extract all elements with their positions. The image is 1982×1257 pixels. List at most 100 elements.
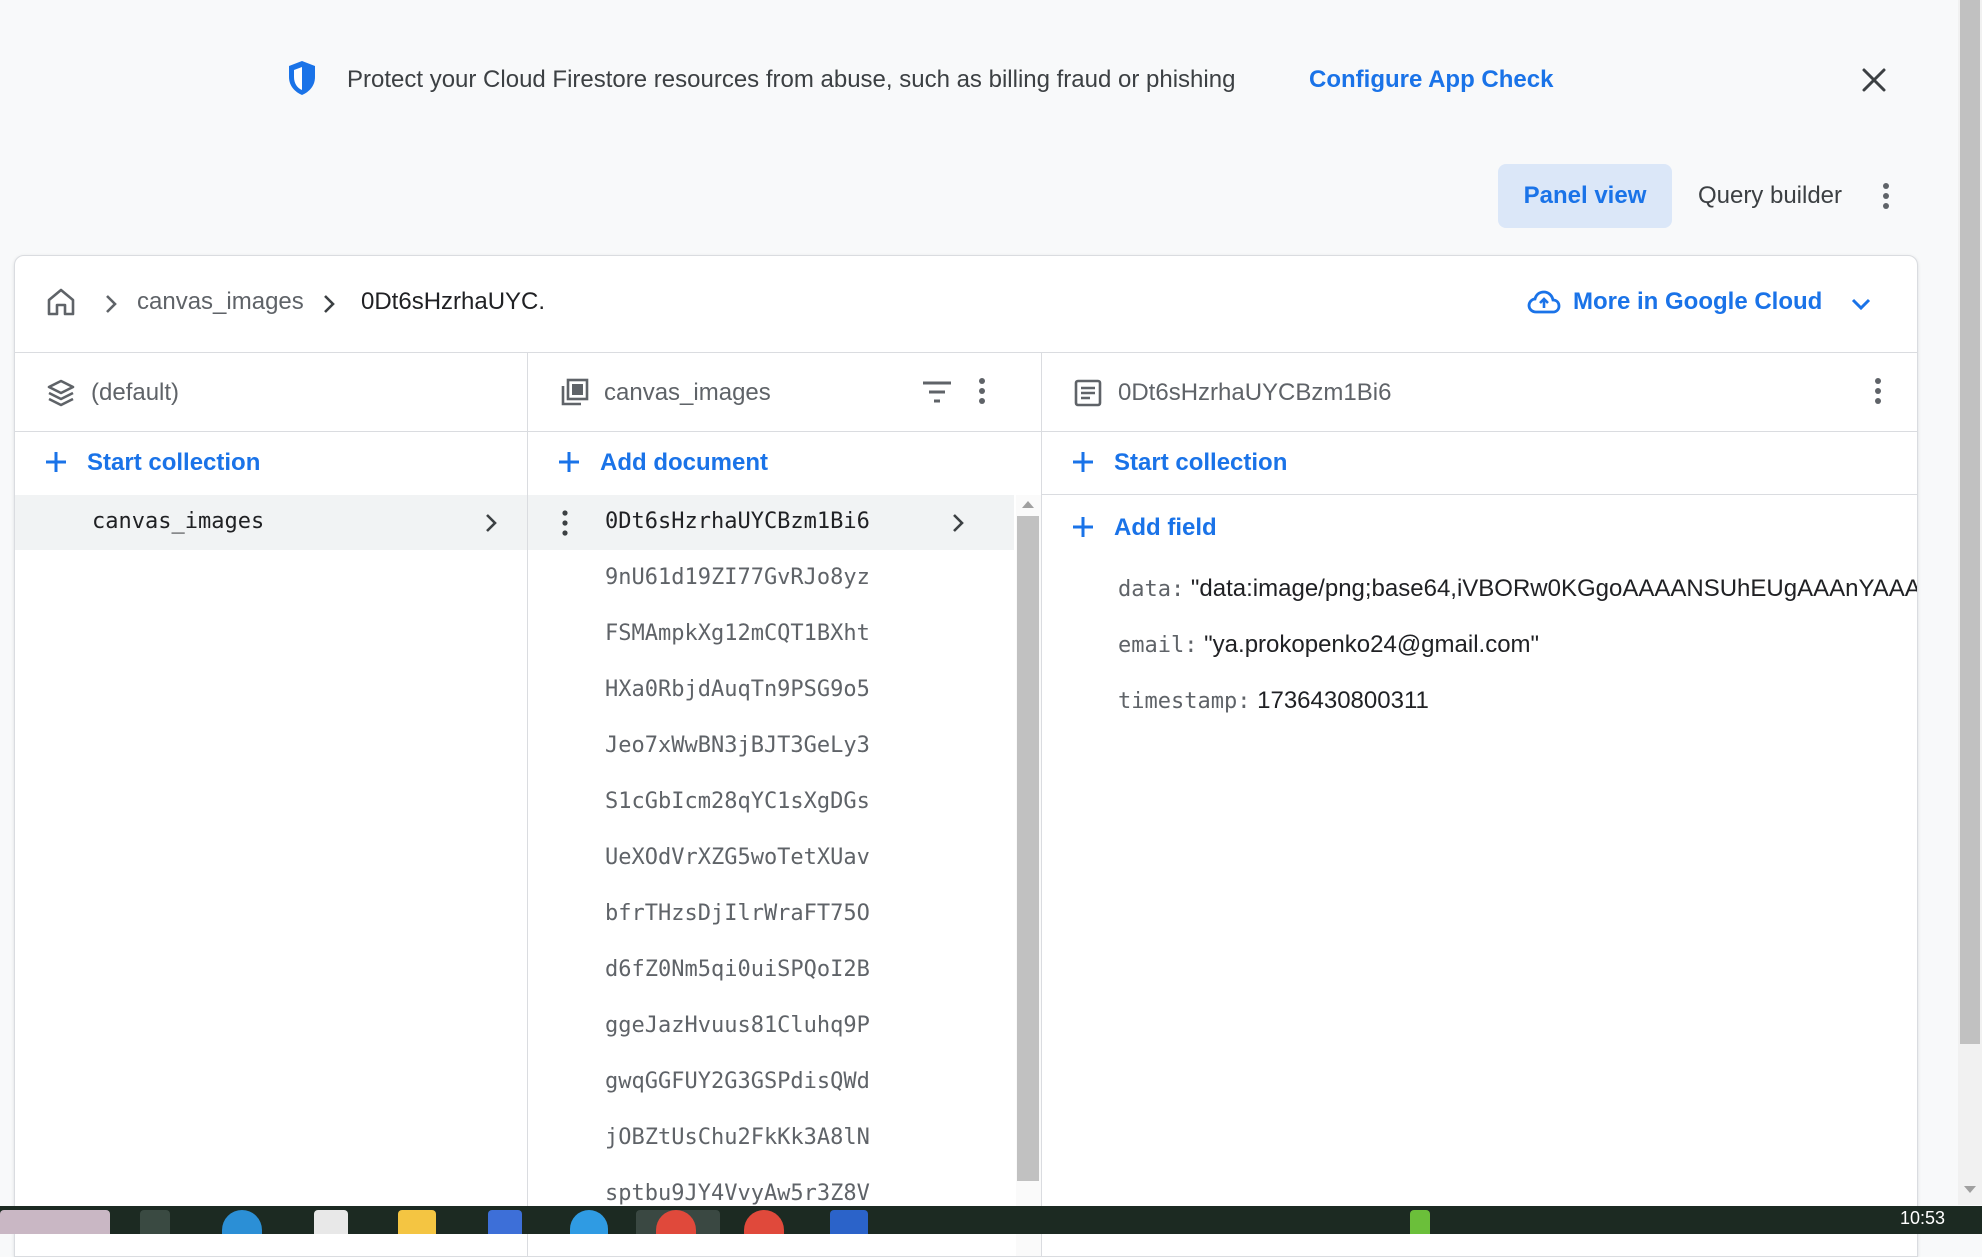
task-view-icon[interactable] [140, 1210, 170, 1234]
field-row-email[interactable]: email: "ya.prokopenko24@gmail.com" [1118, 631, 1539, 667]
shield-icon [287, 60, 317, 96]
chrome-profile-icon[interactable] [744, 1210, 784, 1234]
plus-icon [556, 449, 582, 475]
document-id: 9nU61d19ZI77GvRJo8yz [605, 565, 870, 590]
document-id: UeXOdVrXZG5woTetXUav [605, 845, 870, 870]
database-title: (default) [91, 379, 180, 406]
file-explorer-icon[interactable] [398, 1210, 436, 1234]
field-value: "ya.prokopenko24@gmail.com" [1204, 631, 1540, 658]
scroll-up-arrow-icon[interactable] [1022, 501, 1034, 508]
list-item[interactable]: FSMAmpkXg12mCQT1BXht [528, 607, 1014, 662]
field-key: data: [1118, 577, 1185, 602]
list-item[interactable]: Jeo7xWwBN3jBJT3GeLy3 [528, 719, 1014, 774]
field-key: timestamp: [1118, 689, 1251, 714]
list-item[interactable]: UeXOdVrXZG5woTetXUav [528, 831, 1014, 886]
scroll-down-arrow-icon[interactable] [1964, 1186, 1976, 1193]
add-document-button[interactable]: Add document [528, 432, 1041, 495]
plus-icon [1070, 514, 1096, 540]
chevron-right-icon [948, 511, 968, 535]
more-vert-icon[interactable] [966, 375, 998, 407]
weather-widget-icon[interactable] [0, 1210, 110, 1234]
chevron-right-icon [101, 292, 121, 316]
home-icon[interactable] [45, 286, 77, 318]
document-id: jOBZtUsChu2FkKk3A8lN [605, 1125, 870, 1150]
list-item[interactable]: jOBZtUsChu2FkKk3A8lN [528, 1111, 1014, 1166]
edge-browser-icon[interactable] [222, 1210, 262, 1234]
document-id: S1cGbIcm28qYC1sXgDGs [605, 789, 870, 814]
add-field-button[interactable]: Add field [1042, 496, 1917, 558]
divider [1042, 494, 1917, 495]
plus-icon [1070, 449, 1096, 475]
breadcrumb-item-document[interactable]: 0Dt6sHzrhaUYC. [361, 288, 545, 316]
document-id: bfrTHzsDjIlrWraFT75O [605, 901, 870, 926]
document-id: sptbu9JY4VvyAw5r3Z8V [605, 1181, 870, 1206]
panel-view-button[interactable]: Panel view [1498, 164, 1672, 228]
chevron-right-icon [481, 511, 501, 535]
collection-name: canvas_images [92, 509, 265, 534]
more-vert-icon[interactable] [560, 509, 570, 537]
document-id: 0Dt6sHzrhaUYCBzm1Bi6 [605, 509, 870, 534]
field-key: email: [1118, 633, 1198, 658]
field-row-data[interactable]: data: "data:image/png;base64,iVBORw0KGgo… [1118, 575, 1918, 611]
scrollbar-thumb[interactable] [1017, 516, 1039, 1181]
list-item[interactable]: HXa0RbjdAuqTn9PSG9o5 [528, 663, 1014, 718]
document-list: 0Dt6sHzrhaUYCBzm1Bi6 9nU61d19ZI77GvRJo8y… [528, 495, 1014, 1256]
document-id: HXa0RbjdAuqTn9PSG9o5 [605, 677, 870, 702]
field-row-timestamp[interactable]: timestamp: 1736430800311 [1118, 687, 1429, 723]
document-id: gwqGGFUY2G3GSPdisQWd [605, 1069, 870, 1094]
query-builder-button[interactable]: Query builder [1672, 164, 1868, 228]
os-taskbar: 10:53 [0, 1206, 1982, 1234]
add-document-label: Add document [600, 449, 768, 476]
chevron-right-icon [319, 292, 339, 316]
document-id: d6fZ0Nm5qi0uiSPQoI2B [605, 957, 870, 982]
field-value: "data:image/png;base64,iVBORw0KGgoAAAANS… [1190, 575, 1918, 602]
banner-message: Protect your Cloud Firestore resources f… [347, 66, 1236, 93]
list-item[interactable]: bfrTHzsDjIlrWraFT75O [528, 887, 1014, 942]
add-field-label: Add field [1114, 514, 1217, 541]
database-header: (default) [15, 353, 527, 432]
configure-app-check-link[interactable]: Configure App Check [1309, 66, 1553, 94]
document-column: 0Dt6sHzrhaUYCBzm1Bi6 Start collection Ad… [1042, 353, 1917, 1256]
clock: 10:53 [1900, 1208, 1946, 1228]
database-column: (default) Start collection canvas_images [15, 353, 528, 1256]
page-scrollbar[interactable] [1958, 0, 1982, 1205]
document-id: Jeo7xWwBN3jBJT3GeLy3 [605, 733, 870, 758]
start-subcollection-button[interactable]: Start collection [1042, 432, 1917, 495]
notepad-icon[interactable] [314, 1210, 348, 1234]
document-icon [1072, 377, 1104, 409]
page-scrollbar-thumb[interactable] [1960, 0, 1980, 1044]
more-in-google-cloud-label: More in Google Cloud [1573, 288, 1823, 315]
document-header: 0Dt6sHzrhaUYCBzm1Bi6 [1042, 353, 1917, 432]
start-collection-label: Start collection [87, 449, 261, 476]
filter-icon[interactable] [921, 380, 953, 404]
ide-icon[interactable] [830, 1210, 868, 1234]
document-id: FSMAmpkXg12mCQT1BXht [605, 621, 870, 646]
more-vert-icon[interactable] [1862, 375, 1894, 407]
list-item-collection[interactable]: canvas_images [15, 495, 527, 550]
document-list-scrollbar[interactable] [1016, 495, 1041, 1256]
collection-title: canvas_images [604, 379, 771, 406]
document-id: ggeJazHvuus81Cluhq9P [605, 1013, 870, 1038]
collection-column: canvas_images Add document 0Dt6sHzrhaUYC… [528, 353, 1042, 1256]
list-item[interactable]: d6fZ0Nm5qi0uiSPQoI2B [528, 943, 1014, 998]
more-vert-icon[interactable] [1870, 180, 1902, 212]
collection-header: canvas_images [528, 353, 1041, 432]
start-collection-button[interactable]: Start collection [15, 432, 527, 495]
cloud-icon [1527, 288, 1561, 316]
app-icon[interactable] [570, 1210, 608, 1234]
breadcrumb-item-collection[interactable]: canvas_images [137, 288, 304, 316]
list-item[interactable]: S1cGbIcm28qYC1sXgDGs [528, 775, 1014, 830]
list-item[interactable]: ggeJazHvuus81Cluhq9P [528, 999, 1014, 1054]
tray-icon[interactable] [1410, 1210, 1430, 1234]
list-item[interactable]: 0Dt6sHzrhaUYCBzm1Bi6 [528, 495, 1014, 550]
close-icon[interactable] [1858, 64, 1890, 96]
app-check-banner: Protect your Cloud Firestore resources f… [0, 40, 1960, 120]
list-item[interactable]: 9nU61d19ZI77GvRJo8yz [528, 551, 1014, 606]
list-item[interactable]: gwqGGFUY2G3GSPdisQWd [528, 1055, 1014, 1110]
database-icon [45, 377, 77, 409]
document-title: 0Dt6sHzrhaUYCBzm1Bi6 [1118, 379, 1392, 406]
collection-icon [558, 377, 590, 409]
plus-icon [43, 449, 69, 475]
breadcrumb: canvas_images 0Dt6sHzrhaUYC. More in Goo… [15, 256, 1917, 353]
vscode-icon[interactable] [488, 1210, 522, 1234]
